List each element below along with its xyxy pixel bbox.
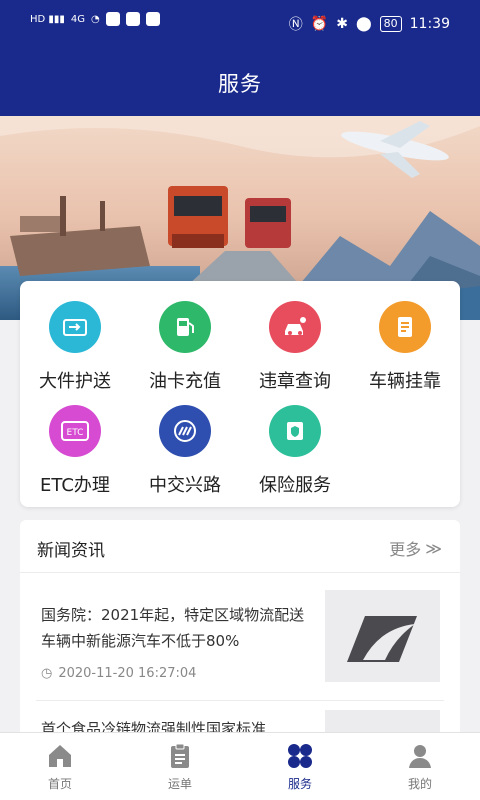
divider [20, 572, 460, 573]
news-headline: 国务院：2021年起，特定区域物流配送车辆中新能源汽车不低于80% [41, 606, 305, 650]
tab-label: 服务 [287, 777, 312, 791]
clock-icon: ◷ [41, 666, 53, 681]
network-type: 4G [70, 13, 86, 25]
more-label: 更多 [389, 540, 422, 559]
etc-icon: ETC [49, 405, 101, 457]
service-label: 大件护送 [39, 371, 111, 392]
wifi-icon: ◔ [91, 13, 100, 25]
page-title: 服务 [218, 72, 262, 96]
grid-services-icon [288, 744, 312, 768]
truck-escort-icon [49, 301, 101, 353]
app-notification-icon [105, 12, 120, 26]
service-fuel-card[interactable]: 油卡充值 [130, 301, 240, 393]
app-notification-icon [125, 12, 140, 26]
bluetooth-icon: ✱ [336, 16, 348, 32]
user-icon [409, 745, 431, 768]
service-label: ETC办理 [40, 475, 110, 496]
news-thumbnail [325, 590, 440, 682]
zhongjiao-logo-icon [159, 405, 211, 457]
divider [36, 700, 444, 701]
header-bar: 服务 [0, 50, 480, 116]
news-timestamp: 2020-11-20 16:27:04 [58, 666, 197, 681]
status-right-icons: Ⓝ ⏰ ✱ ⬤ 80 11:39 [289, 14, 450, 34]
service-large-escort[interactable]: 大件护送 [20, 301, 130, 393]
tab-label: 我的 [407, 777, 432, 791]
location-icon: ⬤ [355, 16, 372, 32]
service-label: 油卡充值 [149, 371, 221, 392]
app-notification-icon [145, 12, 160, 26]
bottom-tab-bar: 首页 运单 服务 我的 [0, 732, 480, 800]
tab-label: 首页 [47, 777, 72, 791]
services-grid: 大件护送 油卡充值 违章查询 车辆挂靠 ETC ETC办理 中交兴路 保险服务 [20, 281, 460, 507]
service-etc[interactable]: ETC ETC办理 [20, 405, 130, 497]
service-label: 违章查询 [259, 371, 331, 392]
service-label: 中交兴路 [149, 475, 221, 496]
status-left-icons: HD ▮▮▮ 4G ◔ [30, 12, 160, 26]
tab-waybill[interactable]: 运单 [120, 733, 240, 800]
svg-text:ETC: ETC [67, 428, 84, 438]
signal-icon: HD ▮▮▮ [30, 13, 65, 25]
car-violation-icon [269, 301, 321, 353]
fuel-pump-icon [159, 301, 211, 353]
tab-mine[interactable]: 我的 [360, 733, 480, 800]
service-label: 保险服务 [259, 475, 331, 496]
battery-indicator: 80 [379, 16, 402, 32]
service-violation-query[interactable]: 违章查询 [240, 301, 350, 393]
home-icon [49, 745, 71, 767]
tab-home[interactable]: 首页 [0, 733, 120, 800]
clipboard-icon [171, 743, 189, 768]
status-bar: HD ▮▮▮ 4G ◔ Ⓝ ⏰ ✱ ⬤ 80 11:39 [0, 0, 480, 50]
alarm-icon: ⏰ [310, 16, 329, 32]
news-meta: ◷ 2020-11-20 16:27:04 [41, 666, 196, 681]
news-section-title: 新闻资讯 [37, 541, 105, 561]
service-insurance[interactable]: 保险服务 [240, 405, 350, 497]
news-item[interactable]: 国务院：2021年起，特定区域物流配送车辆中新能源汽车不低于80% ◷ 2020… [20, 580, 460, 710]
shield-insurance-icon [269, 405, 321, 457]
clock: 11:39 [409, 16, 450, 32]
tab-label: 运单 [167, 777, 192, 791]
double-chevron-right-icon: ≫ [425, 538, 442, 558]
service-zhongjiao[interactable]: 中交兴路 [130, 405, 240, 497]
tab-services[interactable]: 服务 [240, 733, 360, 800]
document-icon [379, 301, 431, 353]
news-more-link[interactable]: 更多 ≫ [389, 536, 442, 560]
service-vehicle-affiliation[interactable]: 车辆挂靠 [350, 301, 460, 393]
service-label: 车辆挂靠 [369, 371, 441, 392]
nfc-icon: Ⓝ [288, 17, 303, 33]
